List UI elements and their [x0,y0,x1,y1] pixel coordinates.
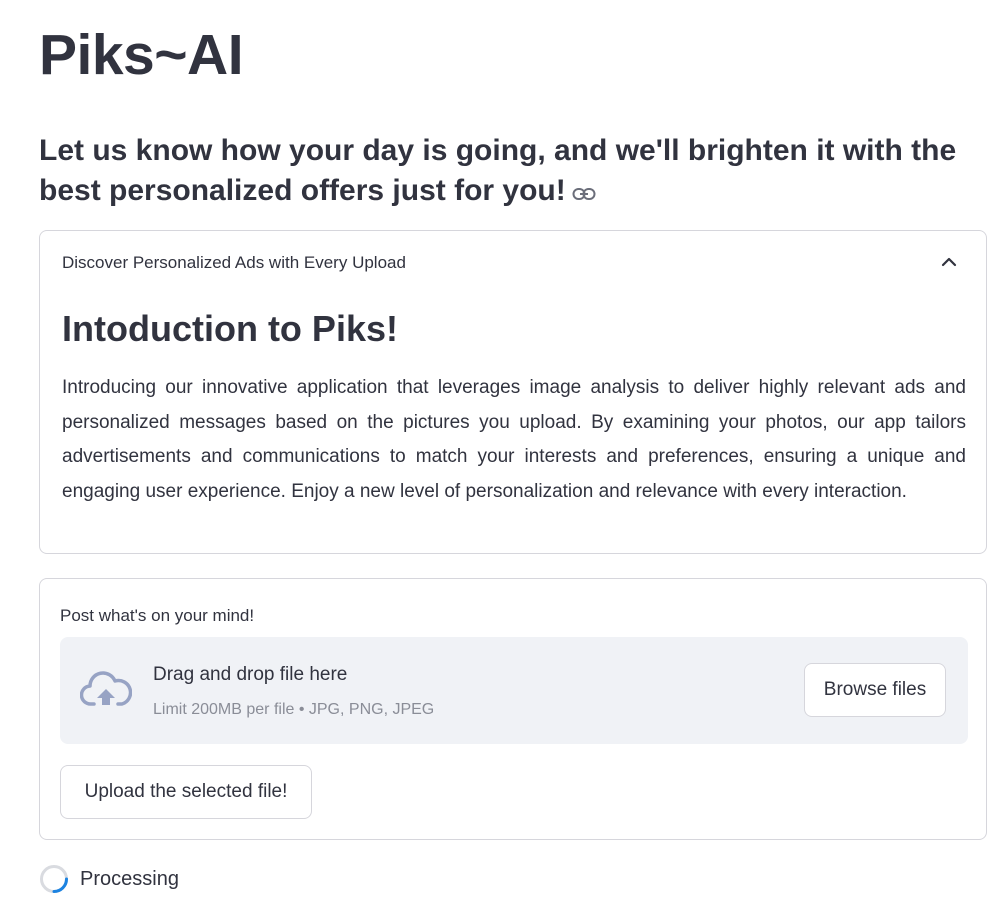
chevron-up-icon[interactable] [940,253,958,271]
page-subtitle: Let us know how your day is going, and w… [39,131,969,212]
uploader-label: Post what's on your mind! [60,606,255,625]
subtitle-text: Let us know how your day is going, and w… [39,134,957,207]
dropzone-limit-text: Limit 200MB per file • JPG, PNG, JPEG [153,701,435,718]
ads-expander: Discover Personalized Ads with Every Upl… [39,230,987,554]
intro-paragraph: Introducing our innovative application t… [62,377,966,502]
status-text: Processing [80,868,179,890]
expander-header[interactable]: Discover Personalized Ads with Every Upl… [62,251,964,275]
link-icon[interactable] [572,172,596,212]
upload-form: Post what's on your mind! Drag and drop … [39,578,987,840]
browse-files-button[interactable]: Browse files [804,663,946,717]
intro-title: Intoduction to Piks! [62,308,398,349]
expander-label: Discover Personalized Ads with Every Upl… [62,253,406,272]
upload-selected-file-button[interactable]: Upload the selected file! [60,765,312,819]
cloud-upload-icon [79,669,133,709]
page-title: Piks~AI [39,23,244,87]
dropzone-title: Drag and drop file here [153,664,348,685]
file-dropzone[interactable]: Drag and drop file here Limit 200MB per … [60,637,968,744]
spinner-icon [39,864,69,894]
